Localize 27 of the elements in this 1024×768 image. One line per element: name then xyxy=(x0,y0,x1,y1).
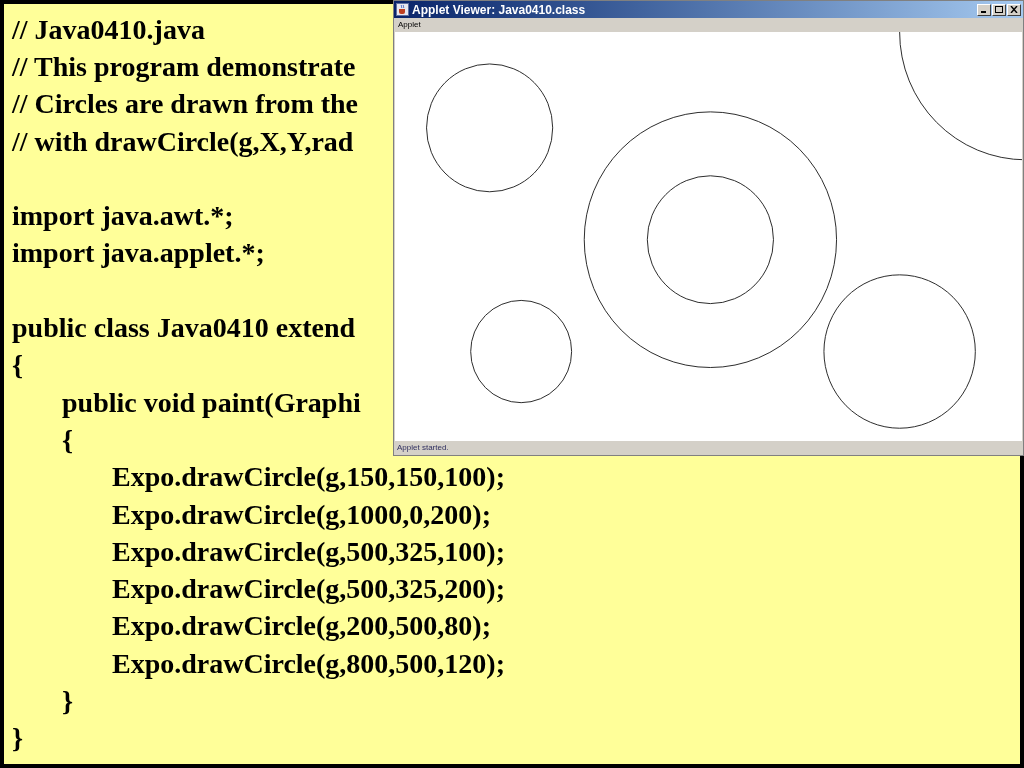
code-line: Expo.drawCircle(g,800,500,120); xyxy=(112,649,505,678)
code-line: // Circles are drawn from the xyxy=(12,90,359,119)
code-line: Expo.drawCircle(g,200,500,80); xyxy=(112,612,491,641)
menu-item[interactable]: Applet xyxy=(398,19,421,31)
code-line: import java.awt.*; xyxy=(12,202,234,231)
code-line: // with drawCircle(g,X,Y,rad xyxy=(12,127,354,156)
code-line: // This program demonstrate xyxy=(12,52,356,81)
code-line: { xyxy=(12,351,24,380)
code-line: Expo.drawCircle(g,500,325,200); xyxy=(112,575,505,604)
code-line: import java.applet.*; xyxy=(12,239,265,268)
maximize-icon xyxy=(995,6,1003,13)
maximize-button[interactable] xyxy=(992,3,1006,16)
close-icon xyxy=(1010,6,1018,13)
code-line: public void paint(Graphi xyxy=(62,388,361,417)
code-line: Expo.drawCircle(g,1000,0,200); xyxy=(112,500,491,529)
minimize-button[interactable] xyxy=(977,3,991,16)
code-line: public class Java0410 extend xyxy=(12,314,356,342)
coffee-cup-icon xyxy=(396,3,409,16)
code-line: } xyxy=(12,724,24,753)
code-line: } xyxy=(62,687,74,715)
code-line: // Java0410.java xyxy=(12,15,205,44)
close-button[interactable] xyxy=(1007,3,1021,16)
code-line: { xyxy=(62,425,74,454)
window-title: Applet Viewer: Java0410.class xyxy=(412,1,586,19)
code-line: Expo.drawCircle(g,150,150,100); xyxy=(112,463,505,492)
status-text: Applet started. xyxy=(397,442,449,454)
code-line: Expo.drawCircle(g,500,325,100); xyxy=(112,537,505,566)
